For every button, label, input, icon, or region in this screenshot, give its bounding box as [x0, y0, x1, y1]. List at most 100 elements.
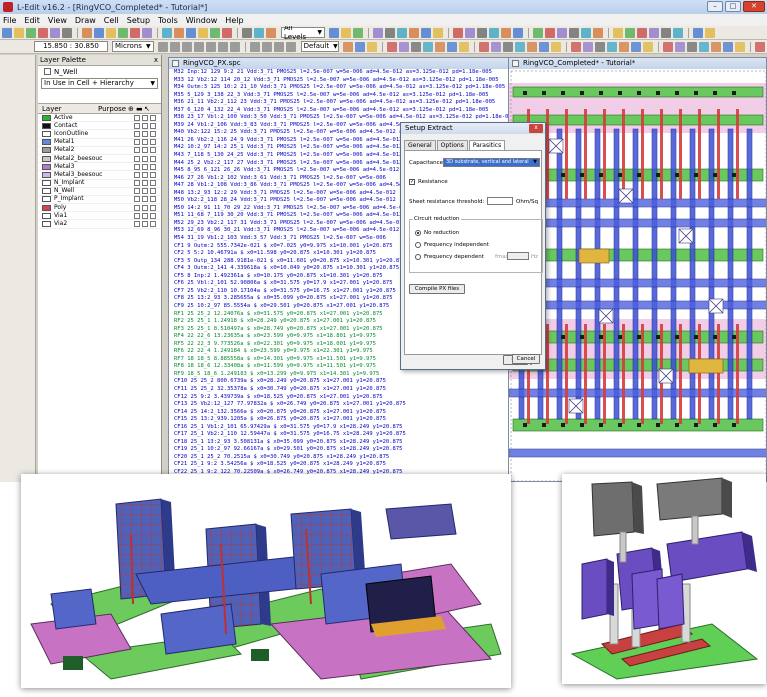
toolbar-tool-icon[interactable]: [38, 27, 48, 38]
draw-tool-icon[interactable]: [550, 41, 561, 52]
menu-setup[interactable]: Setup: [127, 16, 150, 25]
level-select[interactable]: All Levels ▼: [281, 26, 325, 39]
visible-checkbox[interactable]: [142, 171, 148, 178]
toolbar-tool-icon[interactable]: [373, 27, 383, 38]
toolbar-tool-icon[interactable]: [433, 27, 443, 38]
toolbar-tool-icon[interactable]: [14, 27, 24, 38]
draw-tool-icon[interactable]: [169, 41, 180, 52]
selectable-checkbox[interactable]: [150, 212, 156, 219]
toolbar-tool-icon[interactable]: [625, 27, 635, 38]
draw-tool-icon[interactable]: [642, 41, 653, 52]
draw-tool-icon[interactable]: [366, 41, 377, 52]
draw-tool-icon[interactable]: [734, 41, 745, 52]
toolbar-tool-icon[interactable]: [649, 27, 659, 38]
draw-tool-icon[interactable]: [458, 41, 469, 52]
toolbar-tool-icon[interactable]: [254, 27, 264, 38]
selectable-checkbox[interactable]: [150, 204, 156, 211]
cancel-button[interactable]: Cancel: [512, 354, 540, 364]
draw-tool-icon[interactable]: [662, 41, 673, 52]
draw-tool-icon[interactable]: [354, 41, 365, 52]
draw-tool-icon[interactable]: [229, 41, 240, 52]
toolbar-tool-icon[interactable]: [453, 27, 463, 38]
toolbar-tool-icon[interactable]: [222, 27, 232, 38]
draw-tool-icon[interactable]: [606, 41, 617, 52]
lock-checkbox[interactable]: [134, 155, 140, 162]
draw-tool-icon[interactable]: [261, 41, 272, 52]
lock-checkbox[interactable]: [134, 221, 140, 228]
visible-checkbox[interactable]: [142, 196, 148, 203]
selectable-checkbox[interactable]: [150, 180, 156, 187]
toolbar-tool-icon[interactable]: [353, 27, 363, 38]
selectable-checkbox[interactable]: [150, 171, 156, 178]
toolbar-tool-icon[interactable]: [637, 27, 647, 38]
minimize-button[interactable]: –: [707, 1, 723, 12]
close-button[interactable]: ✕: [743, 1, 765, 12]
draw-tool-icon[interactable]: [285, 41, 296, 52]
toolbar-tool-icon[interactable]: [2, 27, 12, 38]
draw-tool-icon[interactable]: [205, 41, 216, 52]
dialog-close-button[interactable]: x: [529, 124, 543, 133]
menu-edit[interactable]: Edit: [24, 16, 40, 25]
toolbar-tool-icon[interactable]: [50, 27, 60, 38]
tab-options[interactable]: Options: [436, 140, 468, 150]
toolbar-tool-icon[interactable]: [198, 27, 208, 38]
selectable-checkbox[interactable]: [150, 114, 156, 121]
tab-general[interactable]: General: [404, 140, 436, 150]
toolbar-tool-icon[interactable]: [329, 27, 339, 38]
draw-tool-icon[interactable]: [698, 41, 709, 52]
draw-tool-icon[interactable]: [478, 41, 489, 52]
toolbar-tool-icon[interactable]: [130, 27, 140, 38]
toolbar-tool-icon[interactable]: [162, 27, 172, 38]
draw-tool-icon[interactable]: [410, 41, 421, 52]
toolbar-tool-icon[interactable]: [421, 27, 431, 38]
menu-help[interactable]: Help: [225, 16, 243, 25]
selectable-checkbox[interactable]: [150, 188, 156, 195]
selectable-checkbox[interactable]: [150, 155, 156, 162]
toolbar-tool-icon[interactable]: [409, 27, 419, 38]
toolbar-tool-icon[interactable]: [242, 27, 252, 38]
visible-checkbox[interactable]: [142, 221, 148, 228]
fmax-input[interactable]: [507, 252, 529, 260]
toolbar-tool-icon[interactable]: [545, 27, 555, 38]
toolbar-tool-icon[interactable]: [477, 27, 487, 38]
draw-tool-icon[interactable]: [342, 41, 353, 52]
draw-tool-icon[interactable]: [157, 41, 168, 52]
layout-canvas[interactable]: [509, 69, 767, 482]
draw-tool-icon[interactable]: [490, 41, 501, 52]
toolbar-tool-icon[interactable]: [661, 27, 671, 38]
draw-tool-icon[interactable]: [674, 41, 685, 52]
visible-checkbox[interactable]: [142, 180, 148, 187]
toolbar-tool-icon[interactable]: [613, 27, 623, 38]
lock-checkbox[interactable]: [134, 122, 140, 129]
draw-tool-icon[interactable]: [538, 41, 549, 52]
draw-tool-icon[interactable]: [570, 41, 581, 52]
selectable-checkbox[interactable]: [150, 130, 156, 137]
toolbar-tool-icon[interactable]: [186, 27, 196, 38]
toolbar-tool-icon[interactable]: [210, 27, 220, 38]
draw-tool-icon[interactable]: [594, 41, 605, 52]
toolbar-tool-icon[interactable]: [501, 27, 511, 38]
draw-tool-icon[interactable]: [422, 41, 433, 52]
layer-row[interactable]: Via2: [38, 220, 161, 229]
draw-tool-icon[interactable]: [273, 41, 284, 52]
selectable-checkbox[interactable]: [150, 147, 156, 154]
menu-draw[interactable]: Draw: [75, 16, 96, 25]
toolbar-tool-icon[interactable]: [673, 27, 683, 38]
visible-checkbox[interactable]: [142, 155, 148, 162]
draw-tool-icon[interactable]: [582, 41, 593, 52]
draw-tool-icon[interactable]: [446, 41, 457, 52]
draw-tool-icon[interactable]: [710, 41, 721, 52]
draw-tool-icon[interactable]: [526, 41, 537, 52]
lock-checkbox[interactable]: [134, 163, 140, 170]
visible-checkbox[interactable]: [142, 130, 148, 137]
visible-checkbox[interactable]: [142, 122, 148, 129]
visible-checkbox[interactable]: [142, 188, 148, 195]
toolbar-tool-icon[interactable]: [62, 27, 72, 38]
maximize-button[interactable]: □: [725, 1, 741, 12]
draw-tool-icon[interactable]: [514, 41, 525, 52]
lock-checkbox[interactable]: [134, 204, 140, 211]
toolbar-tool-icon[interactable]: [489, 27, 499, 38]
draw-tool-icon[interactable]: [686, 41, 697, 52]
sheet-threshold-input[interactable]: [487, 197, 513, 205]
toolbar-tool-icon[interactable]: [82, 27, 92, 38]
